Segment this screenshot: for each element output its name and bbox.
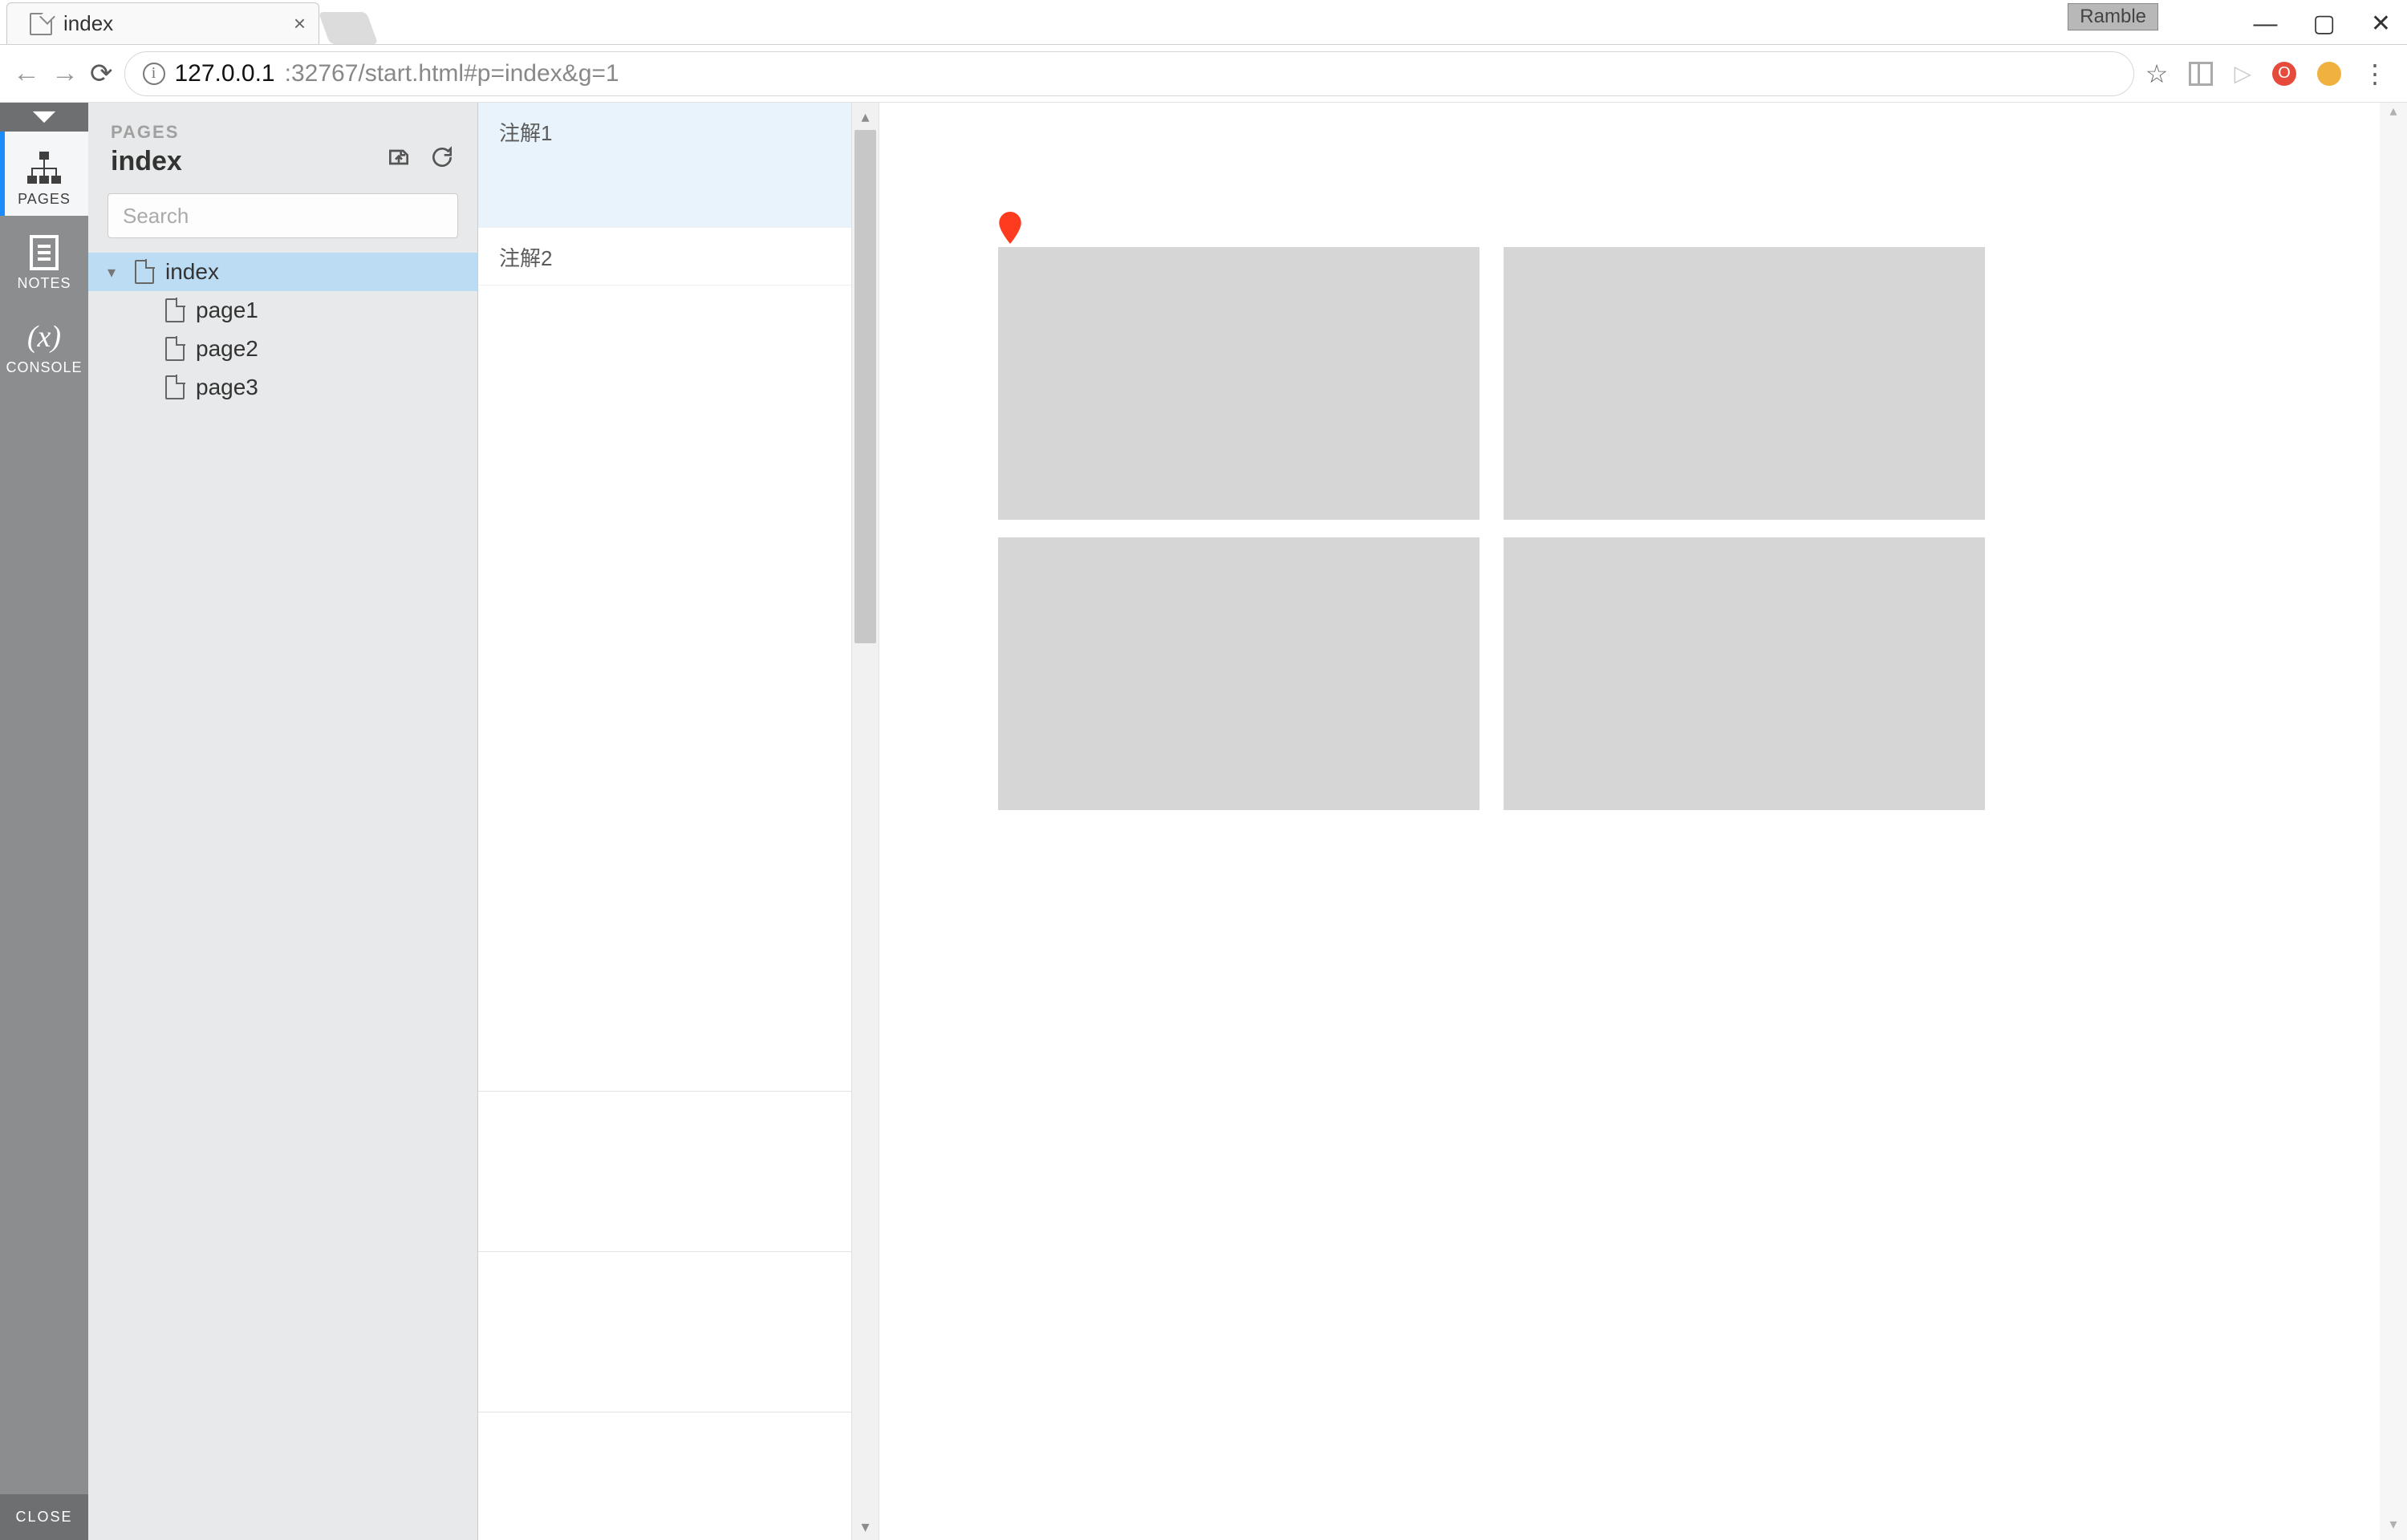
maximize-icon[interactable]: ▢ [2313, 10, 2336, 38]
note-item[interactable]: 注解1 [478, 103, 879, 228]
tree-item-page2[interactable]: page2 [88, 330, 477, 368]
notes-panel: 注解1 注解2 ▴ ▾ [478, 103, 879, 1540]
placeholder-box [1504, 247, 1985, 520]
variable-icon: (x) [0, 314, 88, 359]
extension-orange-icon[interactable] [2317, 62, 2341, 86]
address-bar[interactable]: i 127.0.0.1 :32767/start.html#p=index&g=1 [124, 51, 2134, 96]
page-tree: ▾ index page1 page2 page3 [88, 253, 477, 407]
sidebar-heading: PAGES [111, 122, 376, 143]
tree-item-page1[interactable]: page1 [88, 291, 477, 330]
file-icon [30, 13, 52, 35]
tree-label: page1 [196, 298, 258, 323]
pages-sidebar: PAGES index ▾ index page1 page2 [88, 103, 478, 1540]
cursor-icon[interactable]: ▷ [2234, 60, 2251, 87]
note-slot[interactable] [478, 1091, 879, 1251]
rail-item-pages[interactable]: PAGES [0, 132, 88, 216]
rail-label: NOTES [0, 275, 88, 292]
page-icon [165, 375, 185, 399]
scroll-down-icon[interactable]: ▾ [852, 1513, 879, 1540]
close-tab-icon[interactable]: × [294, 11, 306, 36]
rail-close-button[interactable]: CLOSE [0, 1494, 88, 1540]
canvas-scrollbar[interactable]: ▴ ▾ [2380, 103, 2407, 1540]
url-host: 127.0.0.1 [175, 60, 275, 87]
menu-icon[interactable]: ⋮ [2362, 59, 2388, 89]
new-tab-button[interactable] [319, 12, 379, 44]
note-item[interactable]: 注解2 [478, 228, 879, 286]
tree-item-index[interactable]: ▾ index [88, 253, 477, 291]
ramble-badge: Ramble [2068, 3, 2158, 30]
browser-tab[interactable]: index × [6, 2, 319, 44]
scroll-thumb[interactable] [854, 130, 876, 643]
notes-scrollbar[interactable]: ▴ ▾ [851, 103, 879, 1540]
scroll-up-icon[interactable]: ▴ [2380, 103, 2407, 127]
reload-icon[interactable]: ⟳ [90, 58, 113, 90]
rail-item-notes[interactable]: NOTES [0, 216, 88, 300]
window-controls: — ▢ ✕ [2254, 10, 2392, 38]
site-info-icon[interactable]: i [143, 63, 165, 85]
forward-icon[interactable]: → [51, 58, 79, 89]
tree-label: index [165, 259, 219, 285]
annotation-pin-icon[interactable] [998, 212, 1022, 248]
scroll-up-icon[interactable]: ▴ [852, 103, 879, 130]
page-icon [165, 298, 185, 322]
page-icon [165, 337, 185, 361]
extension-o-icon[interactable]: O [2272, 62, 2296, 86]
rail-label: PAGES [0, 191, 88, 208]
export-icon[interactable] [386, 144, 412, 174]
rail-item-console[interactable]: (x) CONSOLE [0, 300, 88, 384]
tree-label: page3 [196, 375, 258, 400]
minimize-icon[interactable]: — [2254, 10, 2278, 38]
tree-label: page2 [196, 336, 258, 362]
current-page-name: index [111, 146, 376, 177]
prototype-canvas[interactable]: ▴ ▾ [879, 103, 2407, 1540]
placeholder-grid [998, 247, 1985, 810]
url-rest: :32767/start.html#p=index&g=1 [285, 60, 619, 87]
notes-icon [0, 230, 88, 275]
page-icon [135, 260, 154, 284]
collapse-rail-button[interactable] [0, 103, 88, 132]
tab-title: index [63, 11, 113, 36]
note-slot[interactable] [478, 1251, 879, 1412]
search-input[interactable] [108, 193, 458, 238]
placeholder-box [998, 247, 1480, 520]
refresh-icon[interactable] [429, 144, 455, 174]
browser-tab-strip: index × [0, 0, 2407, 45]
placeholder-box [998, 537, 1480, 810]
back-icon[interactable]: ← [13, 58, 40, 89]
tool-rail: PAGES NOTES (x) CONSOLE CLOSE [0, 103, 88, 1540]
chevron-down-icon[interactable]: ▾ [108, 262, 124, 282]
bookmark-icon[interactable]: ☆ [2145, 59, 2169, 89]
note-slot[interactable] [478, 1412, 879, 1540]
placeholder-box [1504, 537, 1985, 810]
panel-icon[interactable] [2189, 62, 2213, 86]
sidebar-header: PAGES index [88, 103, 477, 185]
scroll-down-icon[interactable]: ▾ [2380, 1516, 2407, 1540]
app-root: PAGES NOTES (x) CONSOLE CLOSE PAGES inde… [0, 103, 2407, 1540]
tree-item-page3[interactable]: page3 [88, 368, 477, 407]
close-window-icon[interactable]: ✕ [2371, 10, 2391, 38]
browser-nav-bar: ← → ⟳ i 127.0.0.1 :32767/start.html#p=ind… [0, 45, 2407, 103]
sitemap-icon [0, 146, 88, 191]
rail-label: CONSOLE [0, 359, 88, 376]
